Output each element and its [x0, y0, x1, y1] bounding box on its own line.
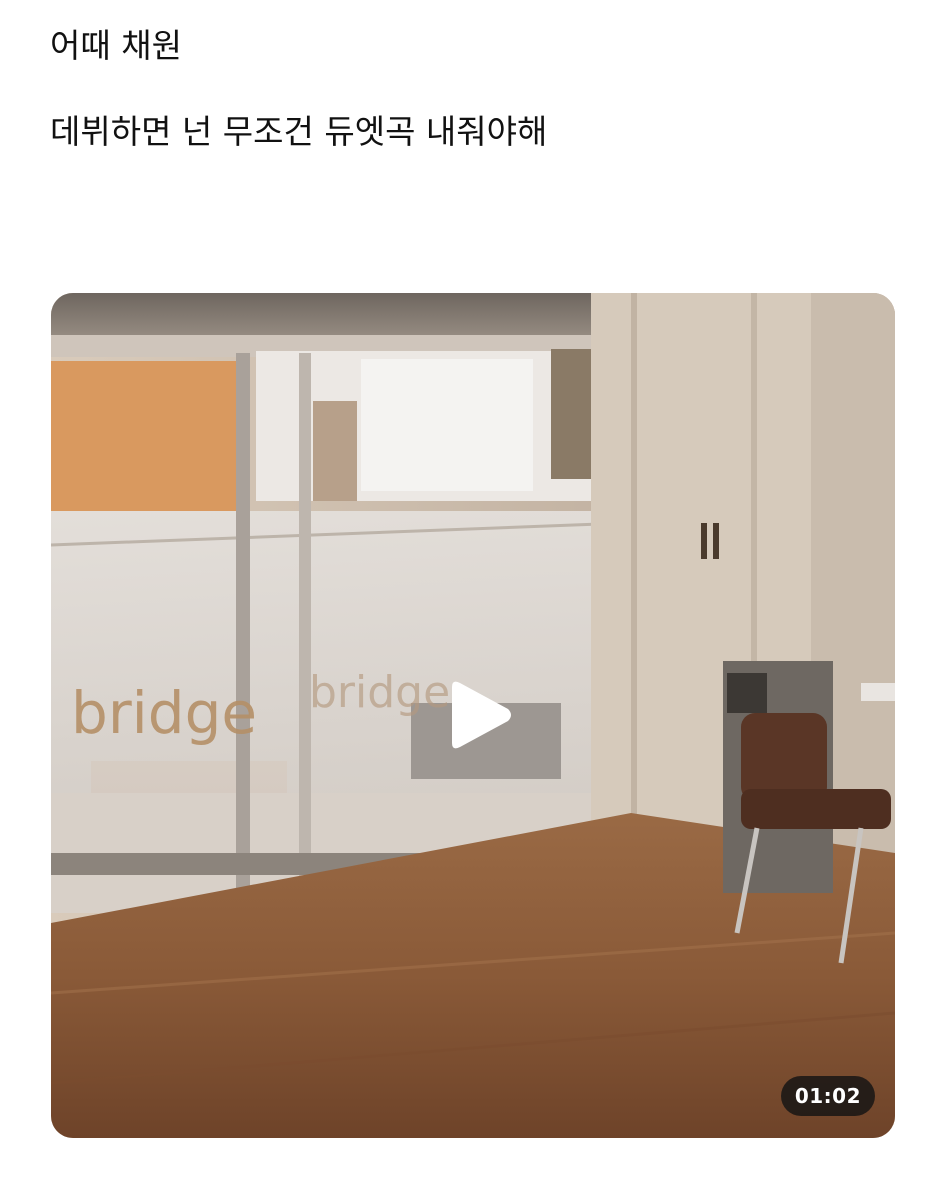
video-duration-badge: 01:02: [780, 1076, 875, 1116]
play-icon: [452, 681, 511, 749]
post-text: 어때 채원 데뷔하면 넌 무조건 듀엣곡 내줘야해: [50, 26, 910, 152]
post-line-2: 데뷔하면 넌 무조건 듀엣곡 내줘야해: [50, 112, 548, 151]
video-player[interactable]: bridge bridge 01:02: [51, 293, 895, 1138]
svg-text:bridge: bridge: [309, 667, 450, 718]
play-button[interactable]: [444, 679, 514, 751]
post-line-1: 어때 채원: [50, 26, 182, 65]
svg-text:bridge: bridge: [71, 679, 257, 747]
